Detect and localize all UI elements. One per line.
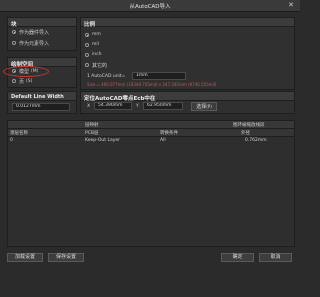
size-info-text: Size = 466.077mm (18349.705mil) x 247.58…	[87, 82, 217, 87]
block-panel: 块 作为器件导入 作为元素导入	[7, 17, 77, 51]
window-title: 从AutoCAD导入	[129, 4, 171, 10]
autocad-unit-label: 1 AutoCAD unit=	[87, 74, 126, 79]
table-group-header-row: 层映射 图环被缩放线段	[8, 121, 294, 128]
layer-map-table: 层映射 图环被缩放线段 源层名称 PCB层 转换条件 外径 0 Keep-Out…	[7, 120, 295, 247]
cancel-button[interactable]: 取消	[259, 253, 292, 262]
locate-origin-panel: 定位AutoCAD零点Ecb中在 X 54.390mm Y 62.950mm 选…	[80, 91, 295, 114]
import-as-component-radio[interactable]	[12, 30, 16, 34]
line-width-field[interactable]: 0.0127mm	[12, 103, 70, 111]
unit-mil-label: mil	[92, 42, 99, 47]
ok-button[interactable]: 确定	[221, 253, 254, 262]
unit-mm-radio[interactable]	[85, 33, 89, 37]
import-as-primitive-label: 作为元素导入	[19, 41, 50, 47]
line-width-panel-header: Default Line Width	[8, 92, 76, 101]
import-as-primitive-radio[interactable]	[12, 41, 16, 45]
load-settings-button[interactable]: 加载设置	[7, 253, 43, 262]
title-bar: 从AutoCAD导入 ✕	[0, 0, 300, 12]
unit-mm-label: mm	[92, 32, 101, 37]
row-width[interactable]: 0.762mm	[245, 138, 267, 143]
paper-space-label: 页	[19, 79, 25, 85]
locate-origin-panel-header: 定位AutoCAD零点Ecb中在	[81, 92, 294, 102]
paper-space-radio[interactable]	[12, 79, 16, 83]
block-panel-header: 块	[8, 18, 76, 28]
import-as-component-label: 作为器件导入	[19, 30, 50, 36]
row-pcb-layer[interactable]: Keep-Out Layer	[85, 138, 120, 143]
unit-other-label: 其它的	[92, 63, 108, 69]
scale-panel: 比例 mm mil inch 其它的 1 AutoCAD unit= 1mm S…	[80, 17, 295, 90]
line-width-panel: Default Line Width 0.0127mm	[7, 91, 77, 114]
paper-space-shortcut: (S)	[26, 78, 33, 84]
select-origin-shortcut: (P)	[206, 104, 212, 109]
origin-y-label: Y	[136, 104, 139, 109]
locate-origin-panel-title: 定位AutoCAD零点Ecb中在	[84, 95, 156, 102]
highlight-annotation	[3, 66, 49, 77]
autocad-unit-field[interactable]: 1mm	[132, 72, 186, 80]
unit-mil-radio[interactable]	[85, 43, 89, 47]
block-panel-title: 块	[11, 21, 17, 28]
line-width-panel-title: Default Line Width	[11, 93, 64, 100]
origin-x-field[interactable]: 54.390mm	[94, 102, 132, 110]
scale-panel-title: 比例	[84, 21, 96, 28]
save-settings-button[interactable]: 保存设置	[48, 253, 84, 262]
row-condition[interactable]: All	[160, 138, 166, 143]
scale-panel-header: 比例	[81, 18, 294, 28]
row-source-layer: 0	[10, 138, 13, 143]
table-column-header-row: 源层名称 PCB层 转换条件 外径	[8, 129, 294, 136]
origin-x-label: X	[87, 104, 91, 109]
select-origin-button[interactable]: 选择(P)	[191, 102, 217, 111]
unit-other-radio[interactable]	[85, 63, 89, 67]
select-origin-label: 选择	[196, 104, 207, 110]
unit-inch-label: inch	[92, 52, 102, 57]
table-row[interactable]: 0 Keep-Out Layer All 0.762mm	[8, 137, 294, 144]
unit-inch-radio[interactable]	[85, 53, 89, 57]
origin-y-field[interactable]: 62.950mm	[143, 102, 183, 110]
close-icon[interactable]: ✕	[288, 1, 294, 9]
